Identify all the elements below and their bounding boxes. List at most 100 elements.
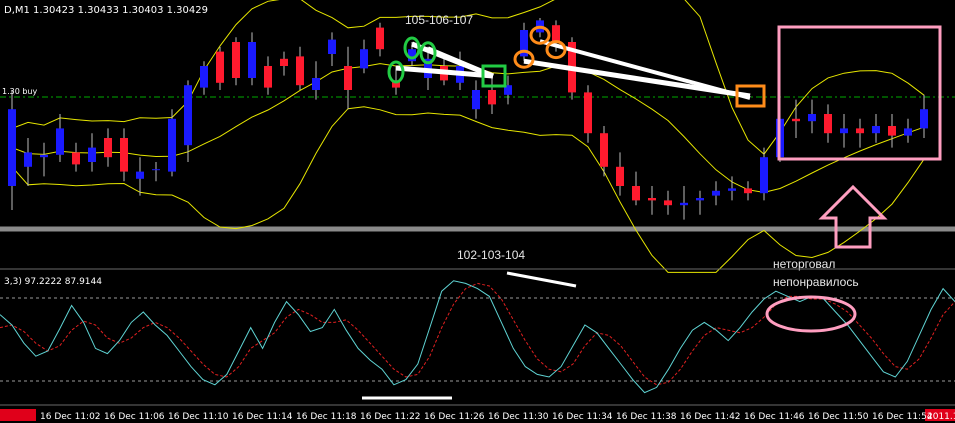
time-tag-left: [0, 409, 36, 421]
candle-body: [216, 51, 224, 83]
candle-body: [616, 166, 624, 186]
candle: [792, 99, 800, 138]
time-axis-label: 16 Dec 11:34: [552, 412, 613, 422]
candle: [24, 138, 32, 186]
candle-body: [232, 42, 240, 78]
candle-body: [296, 56, 304, 86]
chart-window: D,M1 1.30423 1.30433 1.30403 1.30429 1.3…: [0, 0, 955, 422]
pink-up-arrow: [818, 184, 888, 249]
label-bottom-group: 102-103-104: [457, 248, 525, 262]
candle-body: [104, 138, 112, 158]
candle: [888, 114, 896, 148]
candle-body: [24, 152, 32, 167]
time-axis-label: 16 Dec 11:46: [744, 412, 805, 422]
candle: [600, 126, 608, 177]
candle-body: [56, 128, 64, 155]
candle-body: [40, 154, 48, 158]
candle-body: [712, 190, 720, 196]
candle: [72, 142, 80, 172]
candle: [120, 128, 128, 182]
candle-body: [472, 90, 480, 110]
candle: [760, 147, 768, 201]
candle-body: [696, 198, 704, 201]
time-axis-labels: 16 Dec 11:02 16 Dec 11:06 16 Dec 11:10 16 D…: [40, 412, 933, 422]
candle: [280, 51, 288, 76]
candle-body: [600, 133, 608, 167]
candle-body: [552, 25, 560, 42]
candle-body: [856, 128, 864, 134]
candle: [904, 118, 912, 143]
stochastic-header: 3,3) 97.2222 87.9144: [4, 277, 102, 287]
stoch-white-line-up: [506, 271, 577, 288]
candle-body: [728, 188, 736, 191]
candle: [152, 162, 160, 182]
candle: [664, 190, 672, 215]
candle-body: [72, 152, 80, 165]
candle-body: [888, 126, 896, 136]
candle: [56, 114, 64, 162]
price-pane: D,M1 1.30423 1.30433 1.30403 1.30429 1.3…: [0, 0, 955, 273]
candle-body: [920, 109, 928, 129]
candle: [232, 37, 240, 86]
candle-body: [344, 66, 352, 90]
price-tag: 1.30 buy: [2, 87, 38, 96]
candle-body: [760, 157, 768, 194]
time-axis: 2011.12 16 Dec 11:0216 Dec 11:0616 Dec 1…: [0, 404, 955, 422]
candle-body: [120, 138, 128, 172]
time-axis-label: 16 Dec 11:38: [616, 412, 677, 422]
candle: [104, 128, 112, 167]
candle: [808, 99, 816, 134]
time-axis-label: 16 Dec 11:06: [104, 412, 165, 422]
candle-body: [792, 118, 800, 122]
candle-body: [744, 188, 752, 194]
time-axis-label: 16 Dec 11:26: [424, 412, 485, 422]
candle: [872, 114, 880, 143]
time-axis-label: 16 Dec 11:10: [168, 412, 229, 422]
time-axis-label: 16 Dec 11:14: [232, 412, 293, 422]
time-axis-label: 16 Dec 11:30: [488, 412, 549, 422]
candle-body: [248, 42, 256, 78]
candle-body: [584, 92, 592, 134]
candle-body: [312, 78, 320, 90]
candle: [328, 32, 336, 66]
candle: [88, 133, 96, 172]
candle: [168, 109, 176, 177]
candle: [712, 181, 720, 206]
candle-body: [648, 198, 656, 201]
candle-body: [872, 126, 880, 134]
candle: [264, 56, 272, 95]
time-axis-label: 16 Dec 11:54: [872, 412, 933, 422]
candle: [40, 142, 48, 177]
candle: [680, 186, 688, 220]
label-top-group: 105-106-107: [405, 13, 473, 27]
candle-body: [488, 90, 496, 105]
candle: [856, 118, 864, 148]
candle: [584, 85, 592, 143]
candle-body: [376, 27, 384, 50]
candle-body: [680, 202, 688, 206]
candle: [8, 90, 16, 210]
stochastic-pane: 3,3) 97.2222 87.9144: [0, 271, 955, 400]
symbol-header: D,M1 1.30423 1.30433 1.30403 1.30429: [4, 5, 208, 16]
time-axis-label: 16 Dec 11:42: [680, 412, 741, 422]
candle-body: [136, 171, 144, 179]
candle: [840, 114, 848, 148]
candle: [376, 22, 384, 57]
candle-body: [264, 66, 272, 88]
candle: [200, 61, 208, 95]
candle-body: [200, 66, 208, 88]
candle-body: [632, 186, 640, 201]
pink-circle-mark: [765, 295, 857, 333]
candle-body: [152, 169, 160, 171]
stochastic-signal-line: [0, 282, 955, 386]
candle: [520, 22, 528, 62]
candle: [136, 157, 144, 196]
candle: [648, 186, 656, 215]
time-axis-label: 16 Dec 11:02: [40, 412, 101, 422]
candle: [344, 46, 352, 110]
candle: [632, 171, 640, 206]
candle-body: [840, 128, 848, 134]
candle-body: [664, 200, 672, 206]
candle: [488, 75, 496, 114]
candle-body: [824, 114, 832, 134]
